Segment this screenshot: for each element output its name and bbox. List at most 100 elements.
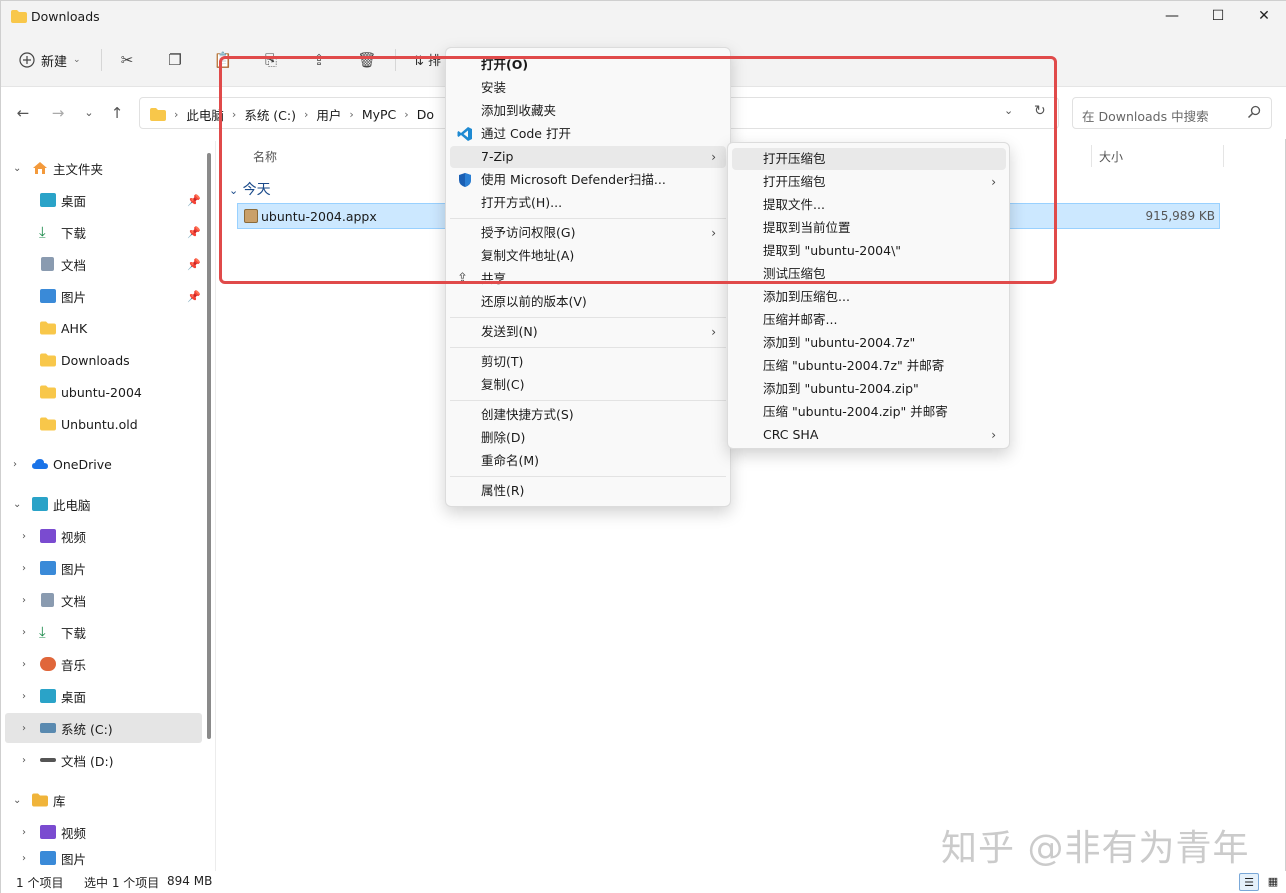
tiles-view-icon[interactable]: ▦ <box>1263 873 1283 891</box>
submenu-item-add-to-archive[interactable]: 添加到压缩包... <box>732 286 1006 308</box>
menu-item-delete[interactable]: 删除(D) <box>450 427 726 449</box>
pin-icon[interactable]: 📌 <box>187 290 201 303</box>
menu-item-send-to[interactable]: 发送到(N)› <box>450 321 726 343</box>
sidebar-item-drive-c[interactable]: › 系统 (C:) <box>5 713 202 743</box>
menu-item-label: 还原以前的版本(V) <box>481 291 587 313</box>
sidebar-item-drive-d[interactable]: › 文档 (D:) <box>1 745 206 775</box>
document-icon <box>41 593 54 607</box>
menu-item-label: 剪切(T) <box>481 351 523 373</box>
menu-item-create-shortcut[interactable]: 创建快捷方式(S) <box>450 404 726 426</box>
maximize-button[interactable]: ☐ <box>1195 1 1241 33</box>
folder-icon <box>40 417 56 431</box>
sidebar-item-music[interactable]: › 音乐 <box>1 649 206 679</box>
details-view-icon[interactable]: ☰ <box>1239 873 1259 891</box>
sidebar-item-ubuntu-2004[interactable]: ubuntu-2004 <box>1 377 206 407</box>
copy-icon[interactable]: ❐ <box>165 50 185 70</box>
column-divider[interactable] <box>1091 145 1092 167</box>
sidebar-item-label: 库 <box>53 791 66 810</box>
chevron-right-icon[interactable]: › <box>22 595 26 606</box>
menu-item-rename[interactable]: 重命名(M) <box>450 450 726 472</box>
drive-c-icon <box>40 723 56 733</box>
column-divider[interactable] <box>1223 145 1224 167</box>
sidebar-item-pictures-pc[interactable]: › 图片 <box>1 553 206 583</box>
chevron-right-icon[interactable]: › <box>22 691 26 702</box>
submenu-item-add-to-7z[interactable]: 添加到 "ubuntu-2004.7z" <box>732 332 1006 354</box>
sidebar-item-documents[interactable]: 文档 📌 <box>1 249 206 279</box>
sidebar-item-documents-pc[interactable]: › 文档 <box>1 585 206 615</box>
sidebar-item-home[interactable]: ⌄ 主文件夹 <box>1 153 206 183</box>
chevron-right-icon[interactable]: › <box>22 853 26 864</box>
folder-icon <box>11 10 27 23</box>
document-icon <box>41 257 54 271</box>
chevron-right-icon[interactable]: › <box>22 755 26 766</box>
menu-item-properties[interactable]: 属性(R) <box>450 480 726 502</box>
sidebar-item-desktop[interactable]: 桌面 📌 <box>1 185 206 215</box>
menu-item-label: 创建快捷方式(S) <box>481 404 574 426</box>
sidebar-item-pictures[interactable]: 图片 📌 <box>1 281 206 311</box>
chevron-down-icon[interactable]: ⌄ <box>13 795 21 806</box>
search-box[interactable]: 在 Downloads 中搜索 <box>1072 97 1272 129</box>
sidebar-item-onedrive[interactable]: › OneDrive <box>1 449 206 479</box>
up-arrow-icon[interactable]: ↑ <box>106 103 128 123</box>
chevron-down-icon[interactable]: ⌄ <box>13 499 21 510</box>
pin-icon[interactable]: 📌 <box>187 226 201 239</box>
chevron-right-icon[interactable]: › <box>22 659 26 670</box>
chevron-down-icon[interactable]: ⌄ <box>13 163 21 174</box>
sidebar-item-this-pc[interactable]: ⌄ 此电脑 <box>1 489 206 519</box>
pin-icon[interactable]: 📌 <box>187 258 201 271</box>
sidebar-item-label: 下载 <box>61 623 86 642</box>
sidebar-item-ahk[interactable]: AHK <box>1 313 206 343</box>
cut-icon[interactable]: ✂ <box>117 50 137 70</box>
forward-arrow-icon[interactable]: → <box>47 103 69 123</box>
folder-icon <box>40 321 56 335</box>
recent-locations-chevron-icon[interactable]: ⌄ <box>78 103 100 123</box>
submenu-item-label: 压缩并邮寄... <box>763 309 837 331</box>
submenu-item-compress-zip-email[interactable]: 压缩 "ubuntu-2004.zip" 并邮寄 <box>732 401 1006 423</box>
sidebar-item-downloads-folder[interactable]: Downloads <box>1 345 206 375</box>
close-button[interactable]: ✕ <box>1241 1 1286 33</box>
file-explorer-window: Downloads — ☐ ✕ 新建 ⌄ ✂ ❐ 📋 ⎘ ⇪ 🗑 ⇅ 排 ← →… <box>0 0 1286 893</box>
sidebar-item-label: 图片 <box>61 559 86 578</box>
submenu-item-add-to-zip[interactable]: 添加到 "ubuntu-2004.zip" <box>732 378 1006 400</box>
chevron-right-icon[interactable]: › <box>13 459 17 470</box>
chevron-right-icon[interactable]: › <box>22 627 26 638</box>
sidebar-item-desktop-pc[interactable]: › 桌面 <box>1 681 206 711</box>
sidebar-item-label: 图片 <box>61 849 86 868</box>
menu-item-restore-versions[interactable]: 还原以前的版本(V) <box>450 291 726 313</box>
sidebar-item-unbuntu-old[interactable]: Unbuntu.old <box>1 409 206 439</box>
selected-size: 894 MB <box>167 874 212 888</box>
chevron-right-icon[interactable]: › <box>22 827 26 838</box>
chevron-right-icon: › <box>174 108 178 121</box>
picture-icon <box>40 851 56 865</box>
menu-item-cut[interactable]: 剪切(T) <box>450 351 726 373</box>
chevron-right-icon[interactable]: › <box>22 531 26 542</box>
column-header-size[interactable]: 大小 <box>1099 148 1123 165</box>
minimize-button[interactable]: — <box>1149 1 1195 33</box>
chevron-right-icon[interactable]: › <box>22 563 26 574</box>
back-arrow-icon[interactable]: ← <box>12 103 34 123</box>
submenu-item-crc-sha[interactable]: CRC SHA› <box>732 424 1006 446</box>
new-button[interactable]: 新建 ⌄ <box>19 47 81 73</box>
video-icon <box>40 529 56 543</box>
sidebar-item-downloads[interactable]: ⤓ 下载 📌 <box>1 217 206 247</box>
submenu-item-compress-email[interactable]: 压缩并邮寄... <box>732 309 1006 331</box>
sidebar-item-pictures-lib[interactable]: › 图片 <box>1 847 206 869</box>
video-icon <box>40 825 56 839</box>
sidebar-item-libraries[interactable]: ⌄ 库 <box>1 785 206 815</box>
sidebar-item-label: AHK <box>61 321 87 336</box>
sidebar-item-videos-lib[interactable]: › 视频 <box>1 817 206 847</box>
desktop-icon <box>40 689 56 703</box>
sidebar-item-downloads-pc[interactable]: › ⤓ 下载 <box>1 617 206 647</box>
pin-icon[interactable]: 📌 <box>187 194 201 207</box>
sidebar-item-videos[interactable]: › 视频 <box>1 521 206 551</box>
sidebar-item-label: 桌面 <box>61 191 86 210</box>
sidebar-item-label: 文档 <box>61 591 86 610</box>
menu-item-copy[interactable]: 复制(C) <box>450 374 726 396</box>
chevron-right-icon[interactable]: › <box>22 723 26 734</box>
submenu-item-compress-7z-email[interactable]: 压缩 "ubuntu-2004.7z" 并邮寄 <box>732 355 1006 377</box>
desktop-icon <box>40 193 56 207</box>
sidebar-item-label: 视频 <box>61 823 86 842</box>
sidebar-item-label: 桌面 <box>61 687 86 706</box>
sidebar-scrollbar[interactable] <box>207 153 211 739</box>
library-icon <box>32 793 48 807</box>
